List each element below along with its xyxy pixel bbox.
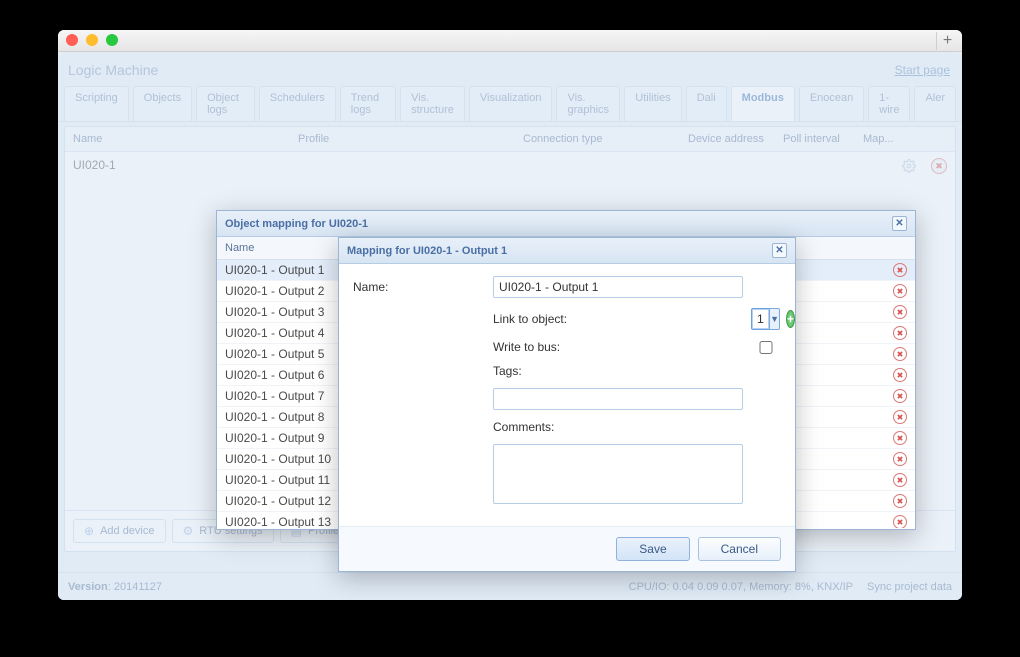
- tags-field[interactable]: [493, 388, 743, 410]
- form-body: Name: Link to object: ▼ + Write to bus: …: [339, 264, 795, 526]
- delete-icon[interactable]: [893, 347, 907, 361]
- name-label: Name:: [353, 280, 493, 294]
- tags-label: Tags:: [493, 364, 751, 378]
- delete-icon[interactable]: [893, 494, 907, 508]
- dlg1-title: Object mapping for UI020-1: [225, 218, 368, 230]
- minimize-window-button[interactable]: [86, 34, 98, 46]
- delete-icon[interactable]: [893, 410, 907, 424]
- comments-field[interactable]: [493, 444, 743, 504]
- delete-icon[interactable]: [893, 305, 907, 319]
- add-object-button[interactable]: +: [786, 310, 795, 328]
- maximize-window-button[interactable]: [106, 34, 118, 46]
- link-label: Link to object:: [493, 312, 751, 326]
- link-to-object-field[interactable]: [751, 308, 769, 330]
- delete-icon[interactable]: [893, 431, 907, 445]
- name-field[interactable]: [493, 276, 743, 298]
- close-icon[interactable]: ✕: [892, 216, 907, 231]
- delete-icon[interactable]: [893, 515, 907, 528]
- dropdown-icon[interactable]: ▼: [769, 308, 780, 330]
- app-window: + Logic Machine Start page Scripting Obj…: [58, 30, 962, 600]
- new-tab-button[interactable]: +: [936, 32, 958, 50]
- dlg1-header[interactable]: Object mapping for UI020-1 ✕: [217, 211, 915, 237]
- delete-icon[interactable]: [893, 473, 907, 487]
- delete-icon[interactable]: [893, 452, 907, 466]
- cancel-button[interactable]: Cancel: [698, 537, 781, 561]
- delete-icon[interactable]: [893, 368, 907, 382]
- dlg2-header[interactable]: Mapping for UI020-1 - Output 1 ✕: [339, 238, 795, 264]
- dlg2-buttons: Save Cancel: [339, 526, 795, 571]
- titlebar: +: [58, 30, 962, 52]
- dlg2-title: Mapping for UI020-1 - Output 1: [347, 245, 507, 257]
- delete-icon[interactable]: [893, 284, 907, 298]
- delete-icon[interactable]: [893, 263, 907, 277]
- close-icon[interactable]: ✕: [772, 243, 787, 258]
- write-label: Write to bus:: [493, 340, 751, 354]
- save-button[interactable]: Save: [616, 537, 689, 561]
- traffic-lights: [66, 34, 118, 46]
- comments-label: Comments:: [493, 420, 751, 434]
- mapping-form-dialog: Mapping for UI020-1 - Output 1 ✕ Name: L…: [338, 237, 796, 572]
- close-window-button[interactable]: [66, 34, 78, 46]
- write-to-bus-checkbox[interactable]: [751, 341, 781, 354]
- delete-icon[interactable]: [893, 326, 907, 340]
- delete-icon[interactable]: [893, 389, 907, 403]
